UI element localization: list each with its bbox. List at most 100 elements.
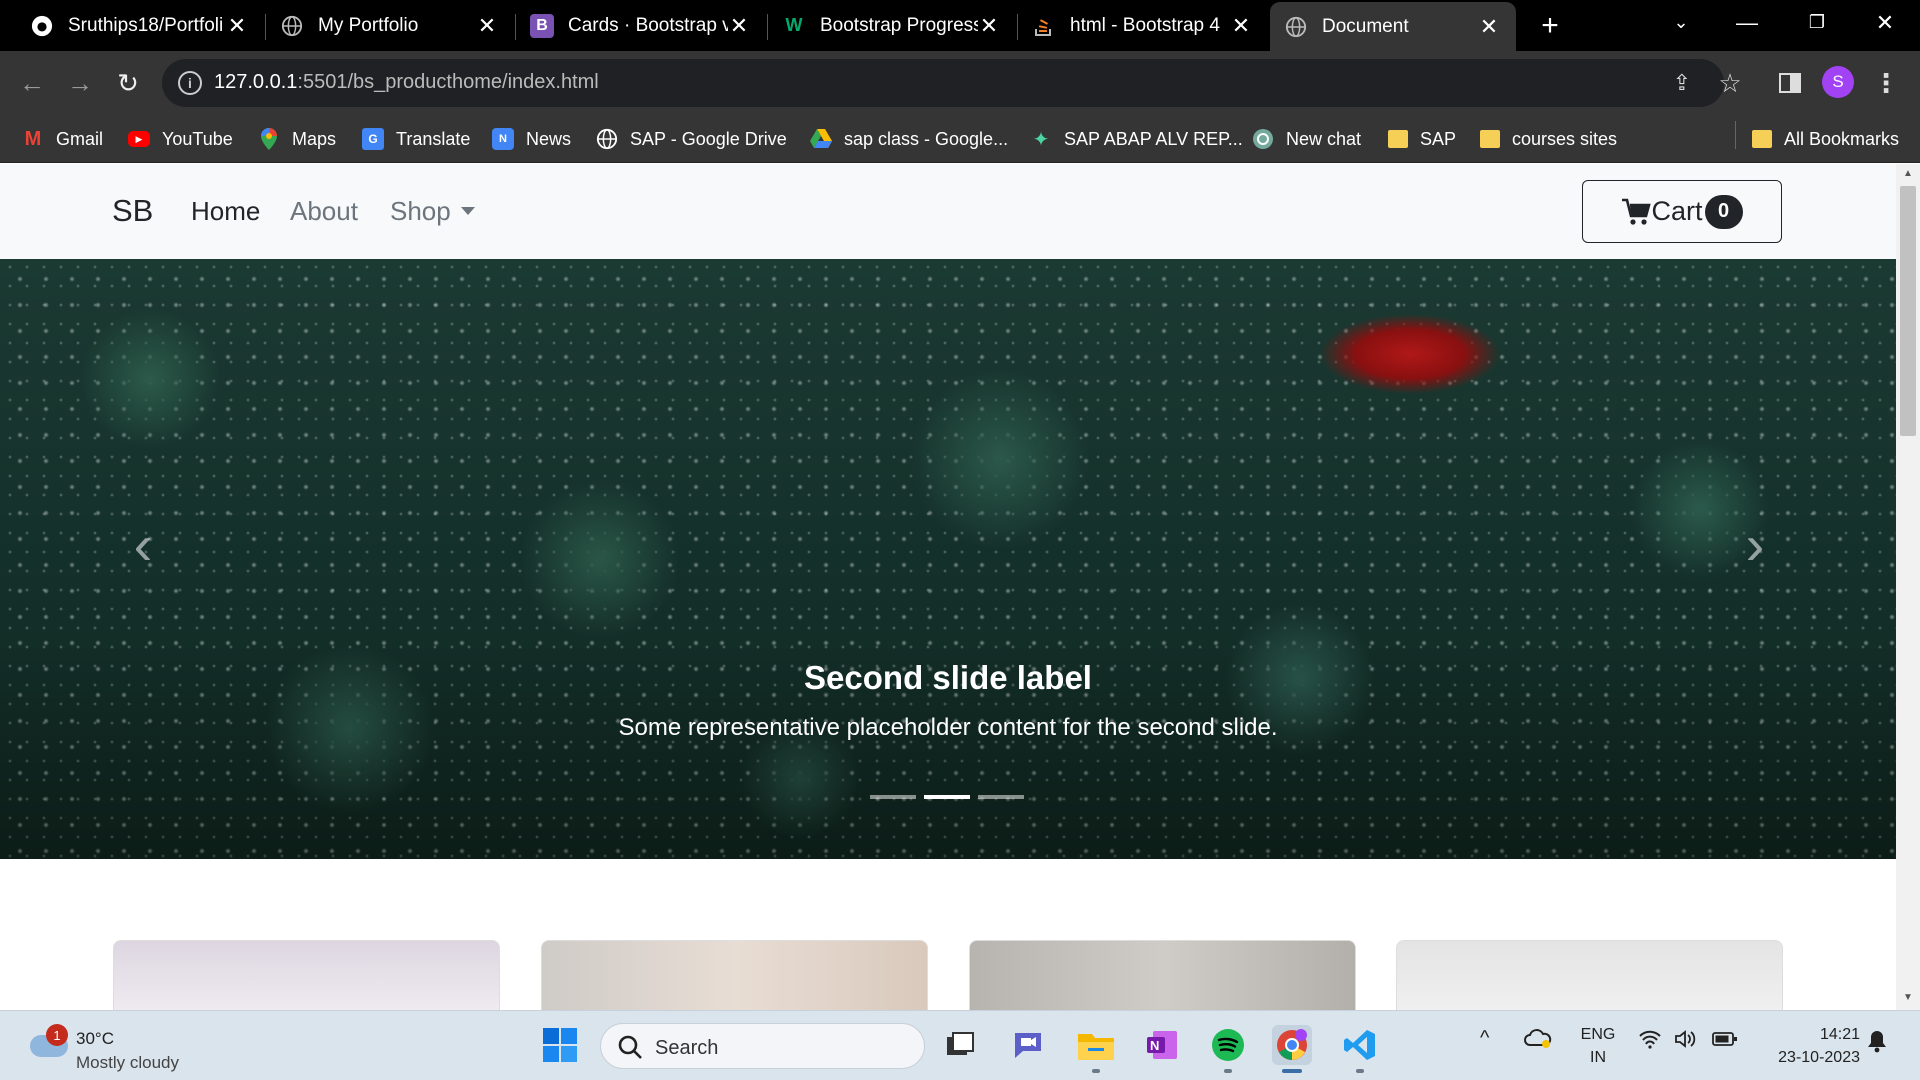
tab-label: Cards · Bootstrap v (568, 14, 728, 36)
nav-home[interactable]: Home (191, 196, 260, 227)
bookmark-gmail[interactable]: M Gmail (22, 125, 103, 153)
carousel-indicator-3[interactable] (978, 795, 1024, 799)
scroll-thumb[interactable] (1900, 186, 1916, 436)
close-icon[interactable]: ✕ (1230, 13, 1252, 38)
bookmark-youtube[interactable]: ▶ YouTube (128, 125, 233, 153)
product-card[interactable] (1396, 940, 1783, 1010)
address-bar[interactable]: i 127.0.0.1:5501/bs_producthome/index.ht… (162, 59, 1724, 107)
url-text[interactable]: 127.0.0.1:5501/bs_producthome/index.html (214, 71, 599, 94)
all-bookmarks[interactable]: All Bookmarks (1752, 125, 1899, 153)
close-window-button[interactable]: ✕ (1850, 0, 1920, 45)
bookmark-translate[interactable]: G Translate (362, 125, 470, 153)
close-icon[interactable]: ✕ (978, 13, 1000, 38)
vscode-icon[interactable] (1340, 1025, 1380, 1065)
bookmark-new-chat[interactable]: New chat (1252, 125, 1361, 153)
side-panel-icon[interactable] (1770, 63, 1810, 103)
tab-bootstrap-progress[interactable]: W Bootstrap Progress ✕ (768, 0, 1016, 51)
cart-button[interactable]: Cart 0 (1582, 180, 1782, 243)
product-card[interactable] (113, 940, 500, 1010)
scroll-up-icon[interactable]: ▲ (1901, 168, 1915, 179)
info-icon[interactable]: i (178, 71, 202, 95)
bookmark-star-icon[interactable]: ☆ (1710, 63, 1750, 103)
forward-button[interactable]: → (60, 63, 100, 103)
tab-label: Bootstrap Progress (820, 14, 978, 36)
share-icon[interactable]: ⇪ (1668, 69, 1696, 97)
carousel-indicator-1[interactable] (870, 795, 916, 799)
caret-down-icon (460, 207, 475, 216)
tab-portfolio[interactable]: My Portfolio ✕ (266, 0, 514, 51)
brand-logo[interactable]: SB (112, 193, 153, 229)
chevron-up-icon[interactable]: ^ (1480, 1027, 1489, 1050)
volume-icon[interactable] (1674, 1029, 1698, 1054)
close-icon[interactable]: ✕ (226, 13, 248, 38)
tab-bootstrap-cards[interactable]: B Cards · Bootstrap v ✕ (516, 0, 766, 51)
file-explorer-icon[interactable] (1076, 1025, 1116, 1065)
carousel-prev-button[interactable]: ‹ (118, 509, 168, 579)
bookmark-label: New chat (1286, 128, 1362, 149)
youtube-icon: ▶ (128, 131, 150, 147)
teams-chat-icon[interactable] (1008, 1025, 1048, 1065)
stackoverflow-icon (1032, 14, 1056, 38)
minimize-button[interactable]: — (1712, 0, 1782, 45)
taskbar-search-input[interactable]: Search (600, 1023, 925, 1069)
bookmark-maps[interactable]: Maps (258, 125, 336, 153)
bootstrap-icon: B (530, 13, 554, 38)
notification-bell-icon[interactable] (1866, 1029, 1888, 1058)
github-icon (30, 14, 54, 38)
start-button[interactable] (540, 1025, 580, 1065)
wifi-icon[interactable] (1638, 1029, 1662, 1054)
tab-document[interactable]: Document ✕ (1270, 2, 1516, 51)
product-card[interactable] (541, 940, 928, 1010)
language-code: ENG (1580, 1026, 1616, 1043)
tab-stackoverflow[interactable]: html - Bootstrap 4 ✕ (1018, 0, 1268, 51)
weather-widget[interactable]: 1 30°C Mostly cloudy (26, 1021, 206, 1072)
carousel-next-button[interactable]: › (1730, 509, 1780, 579)
tab-github[interactable]: Sruthips18/Portfoli ✕ (16, 0, 264, 51)
sparkle-icon: ✦ (1032, 128, 1050, 151)
globe-icon (1284, 15, 1308, 39)
bookmark-folder-sap[interactable]: SAP (1388, 125, 1456, 153)
scroll-down-icon[interactable]: ▼ (1901, 992, 1915, 1003)
reload-button[interactable]: ↻ (108, 63, 148, 103)
chrome-icon[interactable] (1272, 1025, 1312, 1065)
onenote-icon[interactable]: N (1142, 1025, 1182, 1065)
url-path: :5501/bs_producthome/index.html (297, 71, 599, 93)
bookmark-sap-class[interactable]: sap class - Google... (810, 125, 1008, 153)
language-indicator[interactable]: ENG IN (1578, 1023, 1618, 1069)
profile-avatar[interactable]: S (1822, 66, 1854, 98)
system-clock[interactable]: 14:21 23-10-2023 (1762, 1023, 1860, 1069)
browser-toolbar: ← → ↻ i 127.0.0.1:5501/bs_producthome/in… (0, 51, 1920, 115)
running-indicator (1092, 1069, 1100, 1073)
tab-search-icon[interactable]: ⌄ (1646, 0, 1716, 45)
bookmark-label: SAP (1420, 128, 1457, 149)
nav-shop-dropdown[interactable]: Shop (390, 196, 475, 227)
bookmark-label: SAP - Google Drive (630, 128, 787, 149)
maps-icon (258, 128, 280, 150)
cart-count-badge: 0 (1704, 194, 1743, 229)
close-icon[interactable]: ✕ (476, 13, 498, 38)
globe-icon (280, 14, 304, 38)
menu-icon[interactable]: ⋮ (1866, 63, 1906, 103)
task-view-icon[interactable] (940, 1025, 980, 1065)
new-tab-button[interactable]: + (1532, 8, 1568, 44)
site-navbar: SB Home About Shop Cart 0 (0, 164, 1896, 259)
restore-button[interactable]: ❐ (1782, 0, 1852, 45)
search-placeholder: Search (655, 1037, 719, 1059)
bookmark-folder-courses[interactable]: courses sites (1480, 125, 1617, 153)
battery-icon[interactable] (1712, 1031, 1738, 1052)
bookmark-sap-drive[interactable]: SAP - Google Drive (596, 125, 787, 153)
nav-about[interactable]: About (290, 196, 358, 227)
running-indicator (1282, 1069, 1302, 1073)
page-scrollbar[interactable]: ▲ ▼ (1896, 164, 1920, 1010)
region-code: IN (1590, 1049, 1606, 1066)
w3schools-icon: W (785, 15, 803, 35)
close-icon[interactable]: ✕ (728, 13, 750, 38)
back-button[interactable]: ← (12, 63, 52, 103)
close-icon[interactable]: ✕ (1478, 14, 1500, 39)
spotify-icon[interactable] (1208, 1025, 1248, 1065)
carousel-indicator-2[interactable] (924, 795, 970, 799)
bookmark-news[interactable]: N News (492, 125, 571, 153)
product-card[interactable] (969, 940, 1356, 1010)
onedrive-icon[interactable] (1524, 1027, 1552, 1054)
bookmark-sap-abap[interactable]: ✦ SAP ABAP ALV REP... (1030, 125, 1243, 153)
